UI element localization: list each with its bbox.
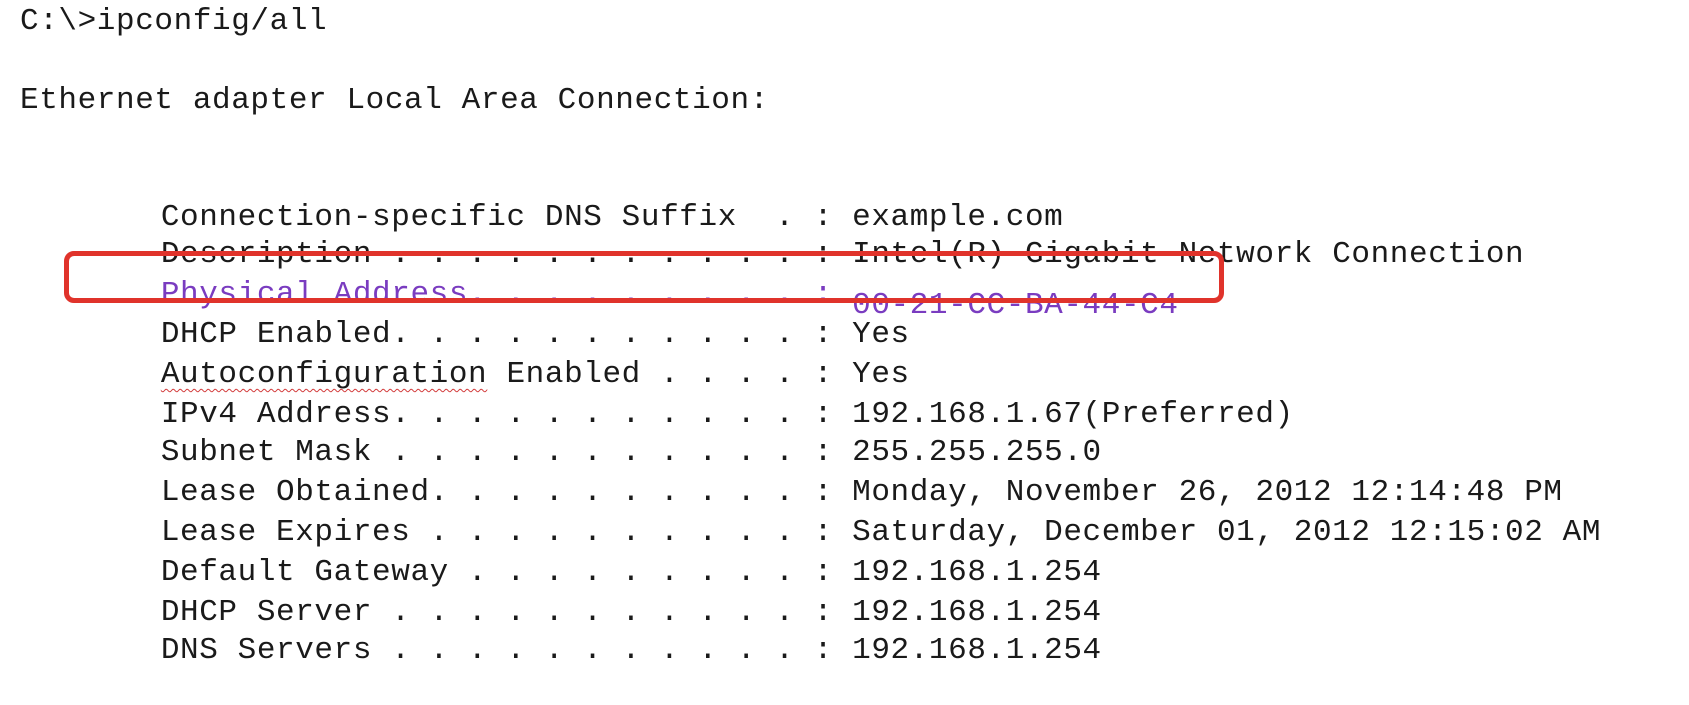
entry-default-gateway: Default Gateway . . . . . . . . . : 192.… [84, 519, 1102, 590]
entry-value: 192.168.1.254 [852, 633, 1102, 668]
entry-line: DNS Servers . . . . . . . . . . . : [160, 633, 833, 668]
adapter-title: Ethernet adapter Local Area Connection: [20, 83, 769, 118]
entry-dns-servers: DNS Servers . . . . . . . . . . . : 192.… [84, 597, 1102, 668]
entry-subnet-mask: Subnet Mask . . . . . . . . . . . : 255.… [84, 399, 1102, 470]
entry-dns-suffix: Connection-specific DNS Suffix . : examp… [84, 164, 1063, 235]
entry-lease-expires: Lease Expires . . . . . . . . . . : Satu… [84, 479, 1601, 550]
terminal-output: C:\>ipconfig/all Ethernet adapter Local … [0, 0, 1689, 702]
entry-description: Description . . . . . . . . . . . : Inte… [84, 201, 1524, 272]
command-line: C:\>ipconfig/all [20, 4, 328, 39]
entry-dhcp-server: DHCP Server . . . . . . . . . . . : 192.… [84, 559, 1102, 630]
entry-lease-obtained: Lease Obtained. . . . . . . . . . : Mond… [84, 439, 1563, 510]
highlight-box [64, 251, 1224, 303]
entry-ipv4-address: IPv4 Address. . . . . . . . . . . : 192.… [84, 361, 1294, 432]
entry-autoconfiguration: Autoconfiguration Enabled . . . . : Yes [84, 321, 910, 392]
